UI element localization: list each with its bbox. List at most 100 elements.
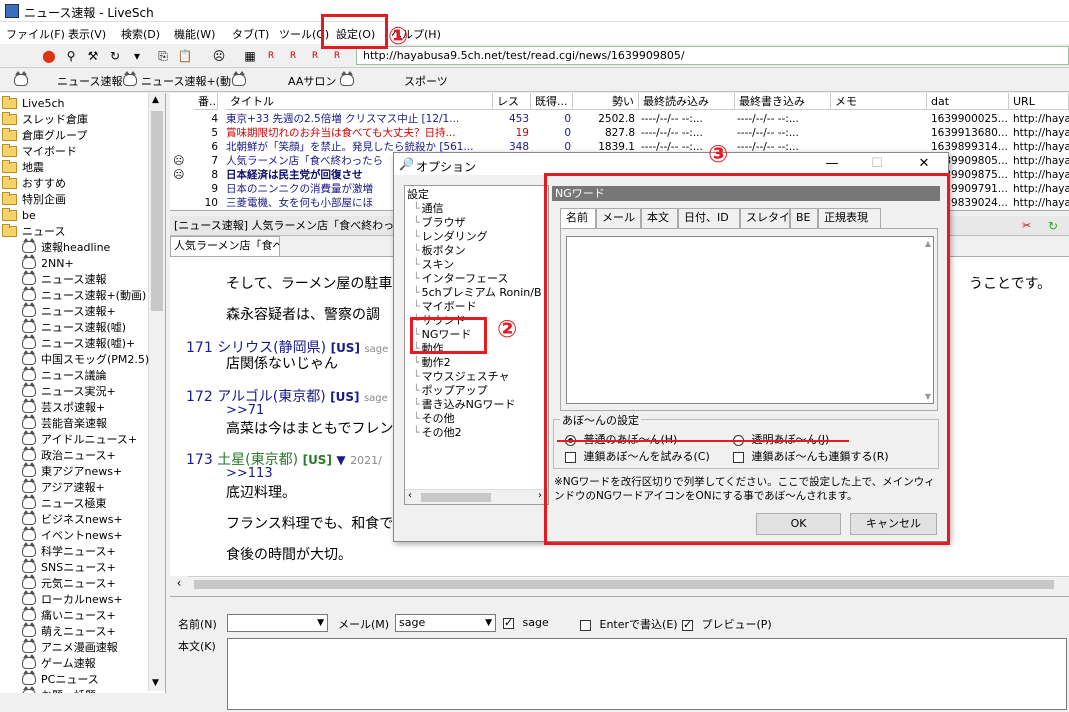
tree-folder[interactable]: Live5ch [2, 95, 64, 111]
tab-body[interactable]: 本文 [641, 208, 678, 228]
link-aa-salon[interactable]: AAサロン [288, 73, 336, 89]
tree-board[interactable]: ニュース速報(嘘)+ [22, 334, 135, 351]
chain-abon-option[interactable]: 連鎖あぼ～んを試みる(C) [565, 448, 710, 464]
scroll-up-icon[interactable]: ▲ [152, 95, 159, 105]
link-sports[interactable]: スポーツ [404, 73, 448, 89]
settings-node[interactable]: └ 通信 [413, 202, 444, 216]
menu-file[interactable]: ファイル(F) [6, 26, 65, 42]
settings-node[interactable]: └ スキン [413, 258, 454, 272]
tree-board[interactable]: 痛いニュース+ [22, 606, 116, 623]
tree-board[interactable]: アイドルニュース+ [22, 430, 137, 447]
table-row[interactable]: 5 賞味期限切れのお弁当は食べても大丈夫？日持... 19 0 827.8 ----/--… [170, 126, 1069, 140]
menu-search[interactable]: 検索(D) [121, 26, 160, 42]
name-dropdown-icon[interactable]: ▼ [317, 615, 324, 631]
settings-root[interactable]: 設定 [407, 188, 429, 202]
copy-icon[interactable]: ⎘ [154, 47, 172, 65]
menu-tool[interactable]: ツール(G) [279, 26, 329, 42]
tree-board[interactable]: ゲーム速報 [22, 654, 96, 671]
res-icon[interactable]: R [306, 47, 324, 65]
close-icon[interactable]: ✕ [911, 155, 937, 173]
settings-node[interactable]: └ 動作 [413, 342, 444, 356]
settings-scroll-left-icon[interactable]: ‹ [408, 490, 412, 501]
tree-board[interactable]: アニメ漫画速報 [22, 638, 118, 655]
tree-board[interactable]: ニュース速報(嘘) [22, 318, 126, 335]
thread-refresh-icon[interactable]: ↻ [1048, 216, 1058, 235]
cancel-button[interactable]: キャンセル [850, 513, 937, 535]
tree-board[interactable]: お題・話題 [22, 686, 96, 693]
tree-folder[interactable]: 倉庫グループ [2, 127, 87, 143]
link-news-plus[interactable]: ニュース速報+(動 [141, 73, 231, 89]
col-lastread[interactable]: 最終読み込み [639, 93, 735, 110]
settings-node[interactable]: └ 書き込みNGワード [413, 398, 515, 412]
preview-option[interactable]: プレビュー(P) [682, 616, 772, 632]
tree-board[interactable]: 中国スモッグ(PM2.5) [22, 350, 149, 367]
thread-tool-icon[interactable]: ✂ [1022, 216, 1031, 235]
menu-view[interactable]: 表示(V) [68, 26, 106, 42]
ng-scroll-up-icon[interactable]: ▲ [925, 239, 931, 248]
menu-tab[interactable]: タブ(T) [232, 26, 269, 42]
hscroll-left-icon[interactable]: ‹ [170, 576, 188, 592]
settings-node[interactable]: └ その他2 [413, 426, 462, 440]
settings-node[interactable]: └ サウンド [413, 314, 466, 328]
settings-tree-hscroll[interactable]: ‹ › [405, 489, 548, 504]
tree-board[interactable]: ニュース速報 [22, 270, 106, 287]
normal-abon-option[interactable]: 普通のあぼ～ん(H) [565, 431, 677, 447]
tree-board[interactable]: ニュース実況+ [22, 382, 116, 399]
tab-mail[interactable]: メール [596, 208, 641, 228]
ng-scroll-down-icon[interactable]: ▼ [925, 392, 931, 401]
col-dat[interactable]: dat [927, 93, 1009, 110]
tree-scroll-thumb[interactable] [151, 111, 163, 311]
tree-board[interactable]: 芸スポ速報+ [22, 398, 105, 415]
preview-checkbox[interactable] [682, 618, 693, 631]
chain-chain-option[interactable]: 連鎖あぼ～んも連鎖する(R) [733, 448, 889, 464]
tree-folder[interactable]: マイボード [2, 143, 77, 159]
name-field[interactable]: ▼ [227, 614, 328, 632]
tab-thread-title[interactable]: スレタイ [740, 208, 790, 228]
post-171-num[interactable]: 171 [186, 340, 213, 356]
tree-board[interactable]: ニュース議論 [22, 366, 106, 383]
tree-board[interactable]: 芸能音楽速報 [22, 414, 107, 431]
paste-icon[interactable]: 📋 [176, 47, 194, 65]
tab-be[interactable]: BE [790, 208, 818, 228]
transparent-abon-option[interactable]: 透明あぼ～ん(J) [733, 431, 829, 447]
thread-hscroll[interactable] [188, 576, 1069, 592]
settings-node[interactable]: └ レンダリング [413, 230, 488, 244]
enter-checkbox[interactable] [580, 619, 591, 631]
tab-name[interactable]: 名前 [560, 208, 596, 229]
tree-board[interactable]: ビジネスnews+ [22, 510, 123, 527]
rk-icon[interactable]: R [262, 47, 280, 65]
tree-board[interactable]: 政治ニュース+ [22, 446, 116, 463]
tree-folder[interactable]: スレッド倉庫 [2, 111, 88, 127]
tree-board[interactable]: イベントnews+ [22, 526, 123, 543]
post-172-num[interactable]: 172 [186, 389, 213, 405]
menu-function[interactable]: 機能(W) [174, 26, 215, 42]
col-url[interactable]: URL [1009, 93, 1069, 110]
mail-dropdown-icon[interactable]: ▼ [485, 615, 492, 631]
settings-node[interactable]: └ インターフェース [413, 272, 508, 286]
thread-tab[interactable]: 人気ラーメン店「食べ [170, 236, 280, 256]
tree-board[interactable]: 速報headline [22, 238, 110, 255]
settings-node[interactable]: └ ポップアップ [413, 384, 488, 398]
minimize-icon[interactable]: — [819, 155, 845, 173]
settings-node[interactable]: └ ブラウザ [413, 216, 466, 230]
table-row[interactable]: 4 東京+33 先週の2.5倍増 クリスマス中止 [12/1... 453 0 2502… [170, 112, 1069, 126]
tool-icon[interactable]: ⚒ [84, 47, 102, 65]
col-ikioi[interactable]: 勢い [573, 93, 639, 110]
link-news[interactable]: ニュース速報 [57, 73, 122, 89]
col-read[interactable]: 既得... [531, 93, 573, 110]
settings-node[interactable]: └ マウスジェスチャ [413, 370, 510, 384]
tree-board[interactable]: 萌えニュース+ [22, 622, 116, 639]
scroll-down-icon[interactable]: ▼ [152, 678, 159, 688]
settings-node[interactable]: └ 板ボタン [413, 244, 466, 258]
stop-icon[interactable]: ⬤ [40, 47, 58, 65]
tree-scrollbar[interactable]: ▲ ▼ [148, 93, 165, 691]
enter-option[interactable]: Enterで書込(E) [580, 616, 678, 632]
sage-checkbox[interactable] [503, 616, 514, 629]
settings-scroll-right-icon[interactable]: › [538, 490, 542, 501]
tab-regex[interactable]: 正規表現 [818, 208, 881, 228]
wand-icon[interactable]: ⚲ [62, 47, 80, 65]
grid-icon[interactable]: ▦ [241, 47, 259, 65]
tree-folder[interactable]: be [2, 207, 36, 223]
tree-board[interactable]: 2NN+ [22, 254, 74, 271]
settings-scroll-thumb[interactable] [421, 493, 491, 502]
